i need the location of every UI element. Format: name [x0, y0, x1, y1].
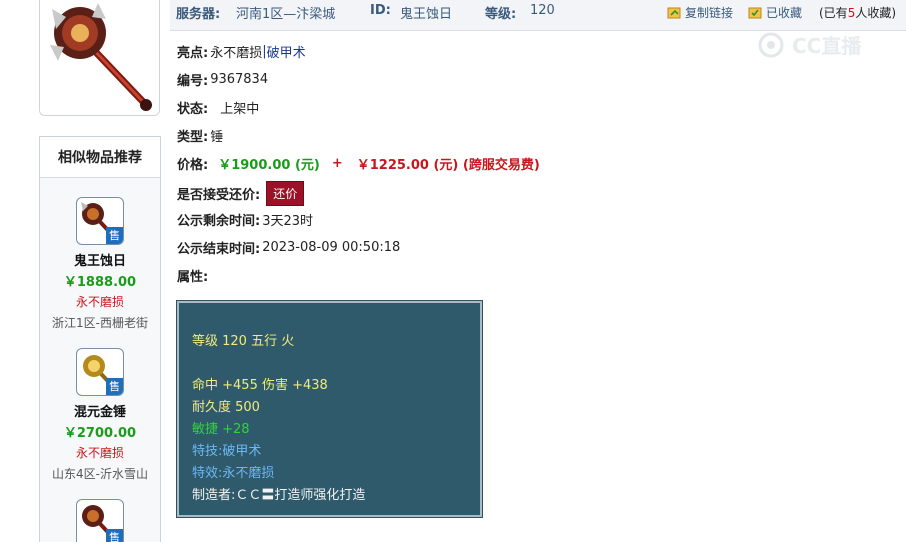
- attributes-label: 属性:: [177, 269, 209, 285]
- hammer-icon: 售: [76, 499, 124, 542]
- server-label: 服务器:: [176, 7, 221, 22]
- cc-logo-icon: [758, 32, 784, 57]
- copy-link-icon: [667, 7, 681, 18]
- golden-hammer-icon: 售: [76, 348, 124, 396]
- counter-offer-row: 是否接受还价: 还价: [177, 180, 305, 206]
- number-row: 编号: 9367834: [177, 69, 268, 89]
- status-label: 状态:: [177, 101, 209, 117]
- sell-badge: 售: [106, 227, 123, 244]
- end-time-row: 公示结束时间: 2023-08-09 00:50:18: [177, 237, 400, 257]
- attr-line: 等级 120 五行 火: [192, 334, 295, 349]
- similar-item-tag: 永不磨损: [75, 446, 124, 460]
- end-time-label: 公示结束时间:: [177, 241, 261, 257]
- id-label: ID:: [370, 3, 391, 18]
- item-image: [39, 0, 160, 116]
- attr-line: 敏捷 +28: [192, 422, 250, 437]
- copy-link-label: 复制链接: [685, 6, 734, 20]
- attr-line: 特技:破甲术: [192, 444, 262, 459]
- item-header-bar: 服务器: 河南1区—汴梁城 ID: 鬼王蚀日 等级: 120 复制链接 已收藏 …: [170, 0, 906, 31]
- number-label: 编号:: [177, 73, 209, 89]
- similar-item-name: 鬼王蚀日: [73, 254, 126, 269]
- type-label: 类型:: [177, 129, 209, 145]
- counter-offer-label: 是否接受还价:: [177, 187, 261, 203]
- watermark-text: CC直播: [792, 34, 862, 58]
- sell-badge: 售: [106, 378, 123, 395]
- similar-item-name: 混元金锤: [73, 405, 126, 420]
- remaining-time-label: 公示剩余时间:: [177, 213, 261, 229]
- favorite-button[interactable]: 已收藏: [748, 4, 802, 21]
- price-main: ￥1900.00 (元): [218, 157, 320, 173]
- attr-line: 特效:永不磨损: [192, 466, 275, 481]
- highlight-label: 亮点:: [177, 45, 209, 61]
- hammer-icon: 售: [76, 197, 124, 245]
- attr-line: [192, 353, 480, 375]
- highlight-effect: 永不磨损: [210, 45, 263, 61]
- attributes-panel: 等级 120 五行 火 命中 +455 伤害 +438 耐久度 500 敏捷 +…: [176, 300, 483, 518]
- highlight-skill: 破甲术: [266, 45, 306, 61]
- highlight-row: 亮点: 永不磨损 | 破甲术: [177, 41, 306, 61]
- counter-offer-button[interactable]: 还价: [266, 180, 305, 206]
- type-value: 锤: [210, 129, 224, 145]
- similar-items-title: 相似物品推荐: [40, 137, 160, 178]
- level-label: 等级:: [485, 7, 517, 22]
- similar-item[interactable]: 售 混元金锤 ￥2700.00 永不磨损 山东4区-沂水雪山: [40, 348, 160, 482]
- end-time-value: 2023-08-09 00:50:18: [262, 239, 401, 255]
- similar-item-server: 山东4区-沂水雪山: [52, 467, 148, 481]
- copy-link-button[interactable]: 复制链接: [667, 4, 733, 21]
- price-plus: +: [331, 155, 343, 171]
- similar-item-server: 浙江1区-西栅老街: [52, 316, 148, 330]
- price-fee: ￥1225.00 (元) (跨服交易费): [356, 157, 540, 173]
- price-row: 价格: ￥1900.00 (元) + ￥1225.00 (元) (跨服交易费): [177, 153, 540, 173]
- status-value: 上架中: [220, 101, 260, 117]
- hammer-icon: [40, 0, 159, 115]
- attr-line: 耐久度 500: [192, 400, 260, 415]
- id-value: 鬼王蚀日: [400, 7, 453, 22]
- favorite-label: 已收藏: [766, 6, 803, 20]
- remaining-time-row: 公示剩余时间: 3天23时: [177, 209, 313, 229]
- favorite-count: (已有5人收藏): [819, 6, 897, 20]
- server-value: 河南1区—汴梁城: [236, 7, 336, 22]
- level-value: 120: [530, 3, 555, 18]
- type-row: 类型: 锤: [177, 125, 223, 145]
- sell-badge: 售: [106, 529, 123, 542]
- attr-line: 制造者:ＣＣ〓打造师强化打造: [192, 488, 366, 503]
- number-value: 9367834: [210, 71, 269, 87]
- price-label: 价格:: [177, 157, 209, 173]
- similar-item[interactable]: 售 鬼王蚀日 ￥1888.00 永不磨损 浙江1区-西栅老街: [40, 197, 160, 331]
- favorite-icon: [748, 7, 762, 18]
- attributes-row: 属性:: [177, 265, 208, 285]
- similar-item-tag: 永不磨损: [75, 295, 124, 309]
- cc-live-watermark: CC直播: [758, 30, 861, 59]
- similar-item-price: ￥1888.00: [63, 275, 137, 290]
- similar-items-panel: 相似物品推荐 售 鬼王蚀日 ￥1888.00 永不磨损 浙江1区-西栅老街 售 …: [39, 136, 161, 542]
- similar-item[interactable]: 售: [40, 499, 160, 542]
- remaining-time-value: 3天23时: [262, 213, 314, 229]
- similar-item-price: ￥2700.00: [63, 426, 137, 441]
- attr-line: 命中 +455 伤害 +438: [192, 378, 328, 393]
- status-row: 状态: 上架中: [177, 97, 259, 117]
